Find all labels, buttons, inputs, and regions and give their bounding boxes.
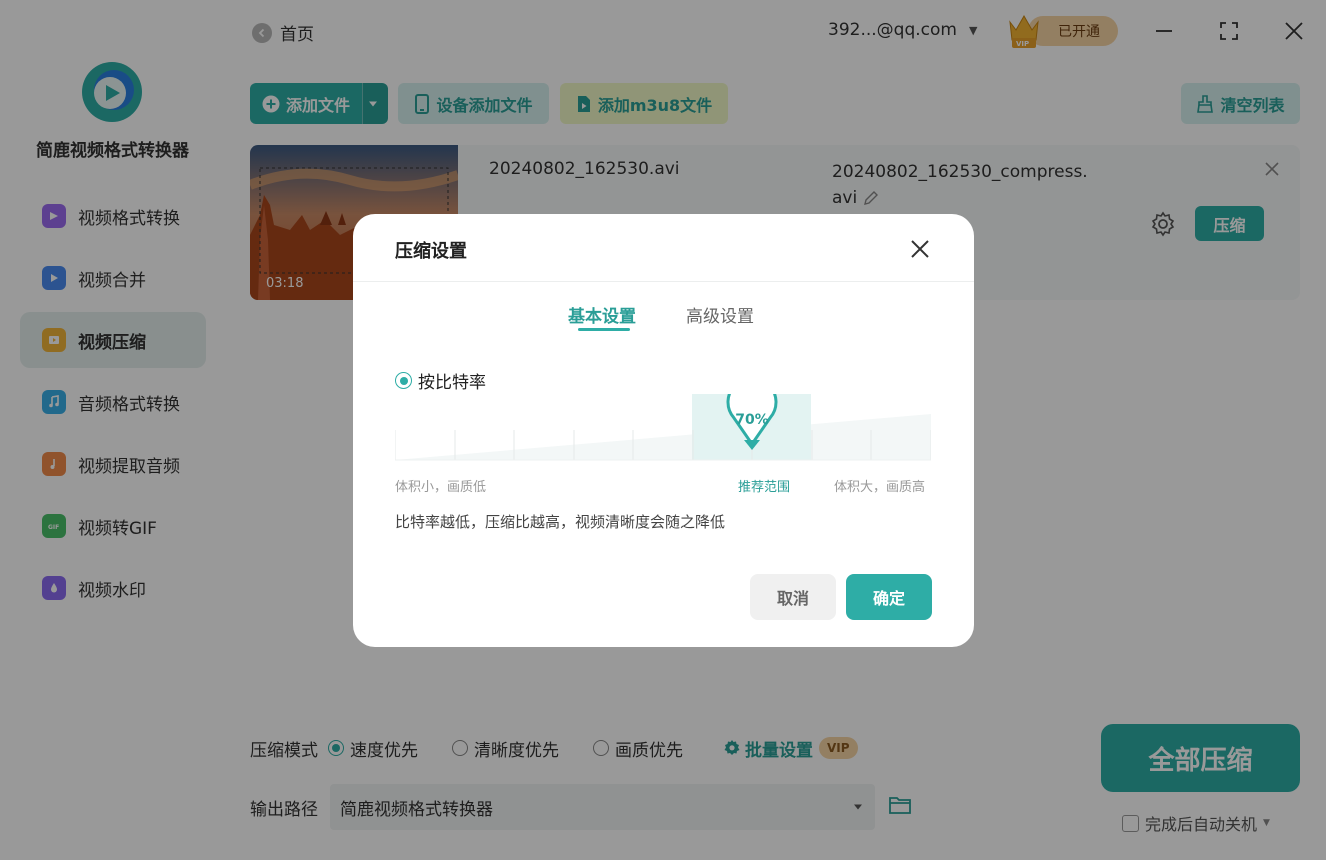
tab-basic-settings[interactable]: 基本设置 bbox=[568, 302, 636, 331]
cancel-button[interactable]: 取消 bbox=[750, 574, 836, 620]
slider-label-recommended: 推荐范围 bbox=[738, 480, 791, 495]
radio-selected-icon bbox=[395, 372, 412, 389]
dialog-title: 压缩设置 bbox=[395, 241, 467, 262]
confirm-button[interactable]: 确定 bbox=[846, 574, 932, 620]
slider-label-low: 体积小，画质低 bbox=[395, 480, 487, 495]
tab-advanced-settings[interactable]: 高级设置 bbox=[686, 302, 754, 327]
bitrate-option[interactable]: 按比特率 bbox=[395, 368, 486, 393]
tab-active-indicator bbox=[578, 328, 630, 331]
dialog-divider bbox=[353, 281, 974, 282]
dialog-close-button[interactable] bbox=[908, 237, 932, 261]
bitrate-value: 70% bbox=[735, 412, 769, 428]
bitrate-option-label: 按比特率 bbox=[418, 373, 486, 393]
tab-label: 高级设置 bbox=[686, 307, 754, 327]
close-icon bbox=[911, 240, 929, 258]
bitrate-hint: 比特率越低，压缩比越高，视频清晰度会随之降低 bbox=[395, 513, 726, 531]
bitrate-slider[interactable]: 70% bbox=[395, 394, 931, 484]
compress-settings-dialog: 压缩设置 基本设置 高级设置 按比特率 70% 体积小，画质低 推荐范围 体积大… bbox=[353, 214, 974, 647]
tab-label: 基本设置 bbox=[568, 307, 636, 327]
slider-label-high: 体积大，画质高 bbox=[834, 480, 926, 495]
